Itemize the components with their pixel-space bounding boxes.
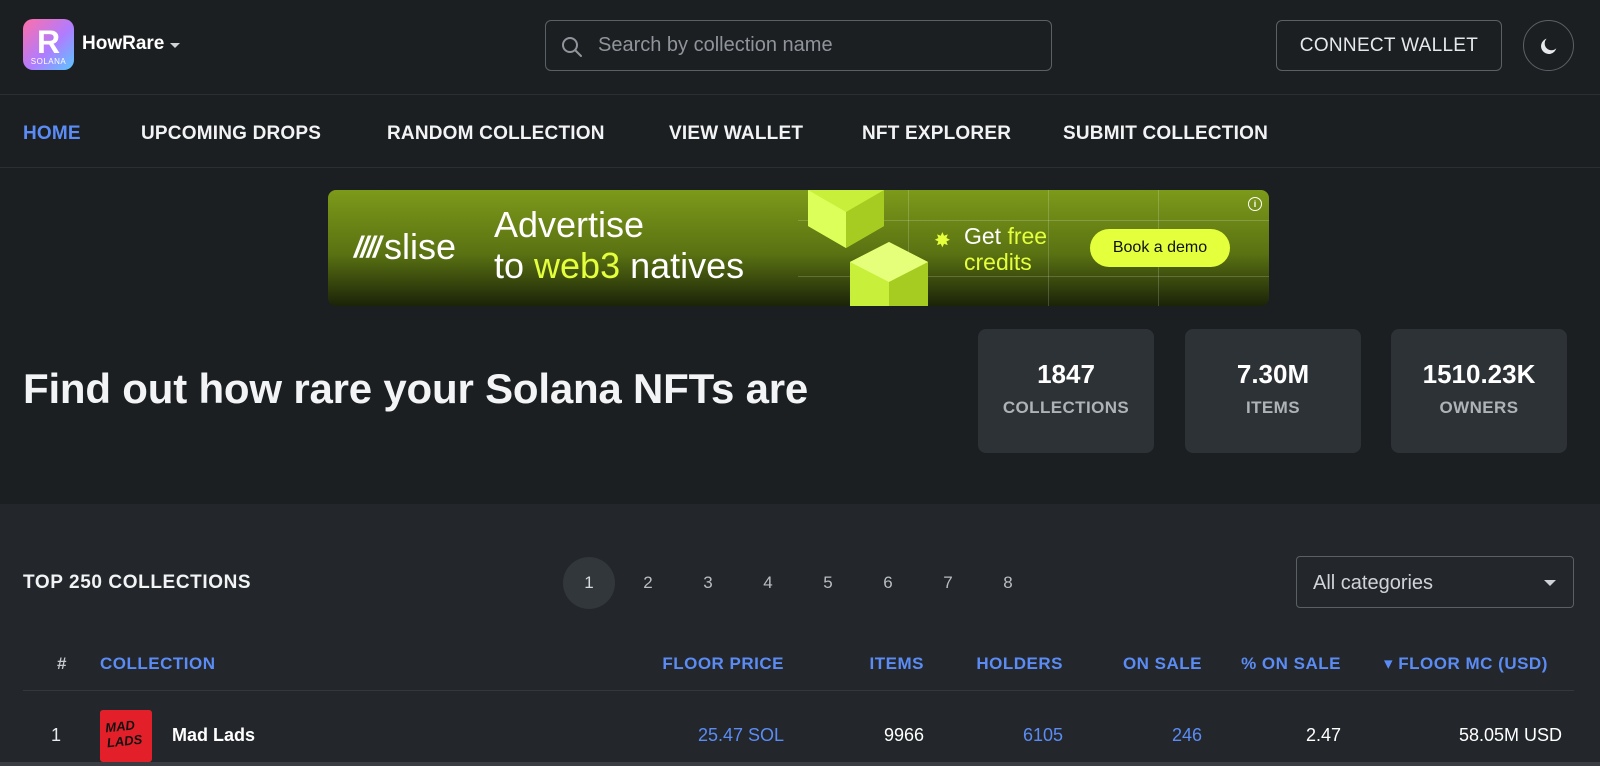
collection-name[interactable]: Mad Lads	[172, 725, 255, 746]
nav-random-collection[interactable]: RANDOM COLLECTION	[387, 123, 605, 145]
column-header-holders[interactable]: HOLDERS	[955, 654, 1063, 674]
category-select-value: All categories	[1313, 572, 1434, 594]
page-title: Find out how rare your Solana NFTs are	[23, 365, 809, 412]
stat-value: 1847	[1037, 359, 1095, 389]
stat-label: COLLECTIONS	[1002, 398, 1130, 417]
nav-upcoming-drops[interactable]: UPCOMING DROPS	[141, 123, 321, 145]
column-header-on-sale[interactable]: ON SALE	[1100, 654, 1202, 674]
items-count: 9966	[883, 725, 924, 745]
ad-headline-2-post: natives	[620, 245, 745, 286]
ad-offer-pre: Get	[964, 223, 1008, 249]
search-input[interactable]	[598, 21, 1038, 70]
category-select[interactable]: All categories	[1296, 556, 1574, 608]
page-6-button[interactable]: 6	[862, 557, 914, 609]
connect-wallet-button[interactable]: CONNECT WALLET	[1276, 20, 1502, 71]
ad-headline-2-highlight: web3	[534, 245, 621, 286]
sparkle-icon: ✸	[934, 230, 951, 252]
page-2-button[interactable]: 2	[622, 557, 674, 609]
ad-gridline	[1048, 190, 1049, 306]
column-header-items[interactable]: ITEMS	[840, 654, 924, 674]
page-3-button[interactable]: 3	[682, 557, 734, 609]
nav-view-wallet[interactable]: VIEW WALLET	[669, 123, 803, 145]
ad-offer-line-1: Get free	[964, 223, 1047, 250]
slise-logo-mark: ////	[354, 231, 381, 264]
pct-on-sale: 2.47	[1305, 725, 1341, 745]
search-icon	[562, 37, 582, 57]
page-5-button[interactable]: 5	[802, 557, 854, 609]
logo-letter: R	[36, 24, 61, 60]
info-icon[interactable]: i	[1248, 197, 1262, 211]
collections-section: TOP 250 COLLECTIONS 1 2 3 4 5 6 7 8 All …	[0, 504, 1600, 766]
floor-price: 25.47 SOL	[697, 725, 784, 745]
chevron-down-icon	[170, 43, 181, 48]
collection-avatar-text: MAD LADS	[104, 717, 143, 751]
cube-graphic	[850, 242, 928, 306]
section-title: TOP 250 COLLECTIONS	[23, 572, 252, 593]
stat-label: OWNERS	[1439, 398, 1519, 417]
ad-banner[interactable]: //// slise Advertise to web3 natives ✸ G…	[328, 190, 1269, 306]
collection-avatar: MAD LADS	[100, 710, 152, 762]
ad-headline-2-pre: to	[494, 245, 535, 286]
brand-name: HowRare	[82, 33, 165, 54]
page-8-button[interactable]: 8	[982, 557, 1034, 609]
logo-subtitle: SOLANA	[30, 57, 67, 66]
header: R SOLANA HowRare CONNECT WALLET	[0, 0, 1600, 95]
column-header-pct-on-sale[interactable]: % ON SALE	[1220, 654, 1341, 674]
chevron-down-icon	[1544, 580, 1556, 586]
holders-count[interactable]: 6105	[955, 725, 1063, 746]
main-nav: HOME UPCOMING DROPS RANDOM COLLECTION VI…	[0, 96, 1600, 168]
column-header-floor-mc-label: FLOOR MC (USD)	[1398, 654, 1548, 673]
page-7-button[interactable]: 7	[922, 557, 974, 609]
cube-graphic	[808, 190, 884, 248]
row-rank: 1	[51, 725, 62, 745]
stat-label: ITEMS	[1246, 398, 1300, 417]
nav-home[interactable]: HOME	[23, 123, 81, 145]
howrare-logo[interactable]: R SOLANA	[23, 19, 74, 70]
stat-card-collections: 1847 COLLECTIONS	[978, 329, 1154, 453]
ad-offer-highlight: free	[1007, 223, 1048, 249]
book-demo-button[interactable]: Book a demo	[1090, 229, 1230, 267]
page-4-button[interactable]: 4	[742, 557, 794, 609]
stat-card-items: 7.30M ITEMS	[1185, 329, 1361, 453]
ad-offer-line-2: credits	[964, 249, 1032, 275]
ad-headline-2: to web3 natives	[494, 245, 744, 287]
stat-value: 1510.23K	[1422, 359, 1536, 389]
table-row[interactable]: 1 MAD LADS Mad Lads 25.47 SOL 9966 6105 …	[0, 691, 1600, 766]
brand-dropdown[interactable]: HowRare	[82, 33, 181, 55]
slise-logo-text: slise	[384, 226, 457, 267]
page-1-button[interactable]: 1	[563, 557, 615, 609]
column-header-rank: #	[57, 654, 67, 673]
column-header-floor-price[interactable]: FLOOR PRICE	[640, 654, 784, 674]
column-header-collection[interactable]: COLLECTION	[100, 654, 216, 674]
moon-icon	[1540, 38, 1556, 54]
nav-submit-collection[interactable]: SUBMIT COLLECTION	[1063, 123, 1268, 145]
ad-headline-1: Advertise	[494, 204, 645, 245]
theme-toggle-button[interactable]	[1523, 20, 1574, 71]
horizontal-scrollbar[interactable]	[0, 762, 1600, 766]
column-header-floor-mc[interactable]: ▾ FLOOR MC (USD)	[1384, 654, 1548, 674]
sort-desc-icon: ▾	[1384, 654, 1394, 673]
nav-nft-explorer[interactable]: NFT EXPLORER	[862, 123, 1011, 145]
stat-card-owners: 1510.23K OWNERS	[1391, 329, 1567, 453]
floor-mc: 58.05M USD	[1458, 725, 1562, 745]
on-sale-count[interactable]: 246	[1100, 725, 1202, 746]
stat-value: 7.30M	[1236, 359, 1310, 389]
search-box[interactable]	[545, 20, 1052, 71]
